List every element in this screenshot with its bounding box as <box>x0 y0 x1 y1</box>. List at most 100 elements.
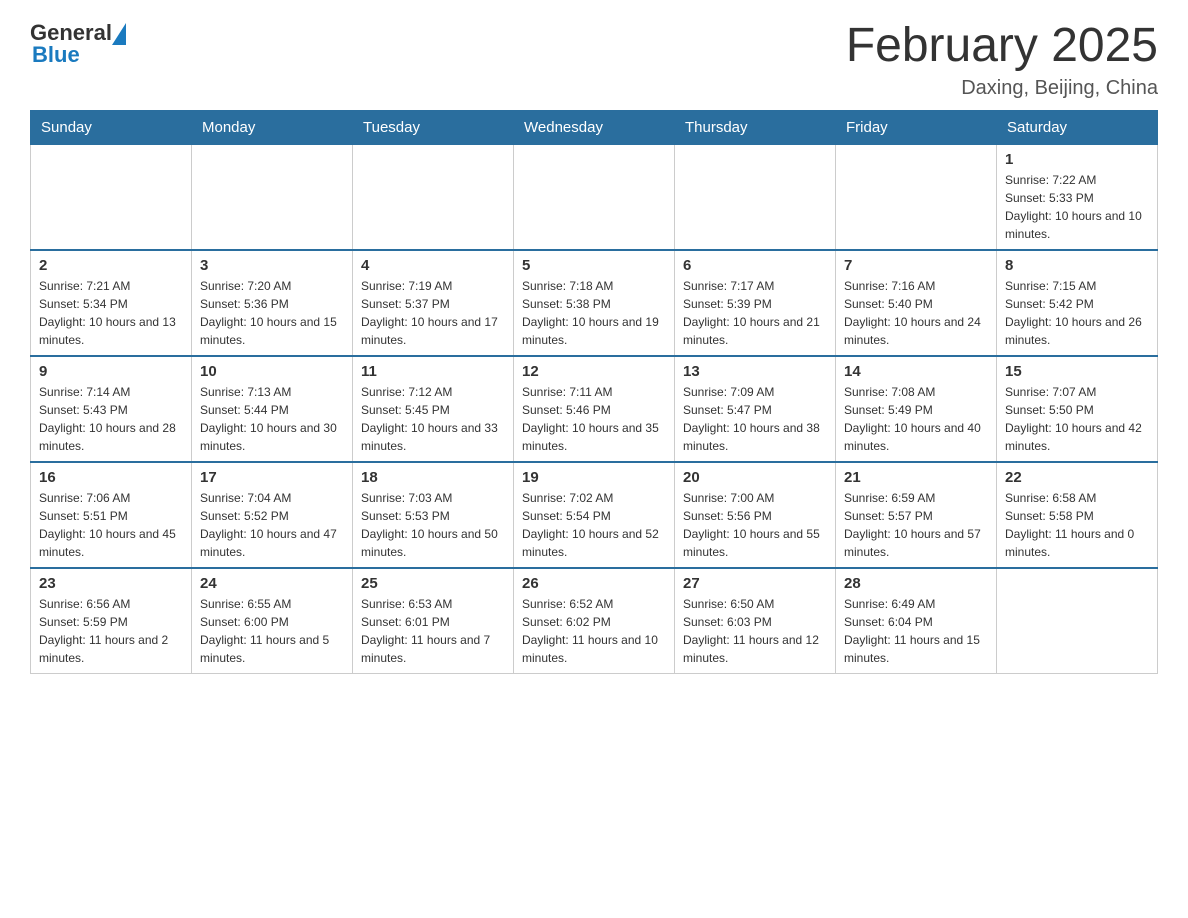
calendar-week-row: 23Sunrise: 6:56 AMSunset: 5:59 PMDayligh… <box>31 568 1158 674</box>
calendar-day-cell: 18 Sunrise: 7:03 AMSunset: 5:53 PMDayligh… <box>353 462 514 568</box>
day-info: Sunrise: 7:00 AMSunset: 5:56 PMDaylight:… <box>683 489 827 561</box>
calendar-day-cell <box>514 144 675 250</box>
day-info: Sunrise: 7:03 AMSunset: 5:53 PMDaylight:… <box>361 489 505 561</box>
day-info: Sunrise: 7:04 AMSunset: 5:52 PMDaylight:… <box>200 489 344 561</box>
calendar-day-cell: 26Sunrise: 6:52 AMSunset: 6:02 PMDayligh… <box>514 568 675 674</box>
calendar-day-cell: 1 Sunrise: 7:22 AMSunset: 5:33 PMDaylight… <box>997 144 1158 250</box>
day-info: Sunrise: 7:16 AMSunset: 5:40 PMDaylight:… <box>844 277 988 349</box>
day-info: Sunrise: 6:50 AMSunset: 6:03 PMDaylight:… <box>683 595 827 667</box>
day-info: Sunrise: 7:14 AMSunset: 5:43 PMDaylight:… <box>39 383 183 455</box>
weekday-header-monday: Monday <box>192 110 353 144</box>
logo: General Blue <box>30 20 126 68</box>
calendar-day-cell: 13 Sunrise: 7:09 AMSunset: 5:47 PMDayligh… <box>675 356 836 462</box>
calendar-day-cell: 7 Sunrise: 7:16 AMSunset: 5:40 PMDaylight… <box>836 250 997 356</box>
day-number: 21 <box>844 469 988 486</box>
day-number: 10 <box>200 363 344 380</box>
calendar-day-cell <box>836 144 997 250</box>
day-number: 16 <box>39 469 183 486</box>
day-number: 13 <box>683 363 827 380</box>
day-number: 25 <box>361 575 505 592</box>
day-number: 8 <box>1005 257 1149 274</box>
calendar-day-cell: 2 Sunrise: 7:21 AMSunset: 5:34 PMDaylight… <box>31 250 192 356</box>
weekday-header-friday: Friday <box>836 110 997 144</box>
calendar-day-cell: 19 Sunrise: 7:02 AMSunset: 5:54 PMDayligh… <box>514 462 675 568</box>
month-title: February 2025 <box>846 20 1158 73</box>
day-info: Sunrise: 6:53 AMSunset: 6:01 PMDaylight:… <box>361 595 505 667</box>
day-info: Sunrise: 6:55 AMSunset: 6:00 PMDaylight:… <box>200 595 344 667</box>
day-number: 19 <box>522 469 666 486</box>
day-number: 26 <box>522 575 666 592</box>
day-info: Sunrise: 7:09 AMSunset: 5:47 PMDaylight:… <box>683 383 827 455</box>
calendar-day-cell: 21 Sunrise: 6:59 AMSunset: 5:57 PMDayligh… <box>836 462 997 568</box>
weekday-header-thursday: Thursday <box>675 110 836 144</box>
calendar-day-cell <box>997 568 1158 674</box>
logo-blue-text: Blue <box>32 42 80 67</box>
calendar-week-row: 1 Sunrise: 7:22 AMSunset: 5:33 PMDaylight… <box>31 144 1158 250</box>
calendar-day-cell: 3 Sunrise: 7:20 AMSunset: 5:36 PMDaylight… <box>192 250 353 356</box>
day-number: 12 <box>522 363 666 380</box>
calendar-day-cell: 22Sunrise: 6:58 AMSunset: 5:58 PMDayligh… <box>997 462 1158 568</box>
calendar-day-cell: 28Sunrise: 6:49 AMSunset: 6:04 PMDayligh… <box>836 568 997 674</box>
calendar-day-cell: 9Sunrise: 7:14 AMSunset: 5:43 PMDaylight… <box>31 356 192 462</box>
day-number: 7 <box>844 257 988 274</box>
day-number: 17 <box>200 469 344 486</box>
day-number: 4 <box>361 257 505 274</box>
title-block: February 2025 Daxing, Beijing, China <box>846 20 1158 100</box>
day-number: 20 <box>683 469 827 486</box>
calendar-day-cell: 24 Sunrise: 6:55 AMSunset: 6:00 PMDayligh… <box>192 568 353 674</box>
calendar-day-cell: 25 Sunrise: 6:53 AMSunset: 6:01 PMDayligh… <box>353 568 514 674</box>
day-info: Sunrise: 6:56 AMSunset: 5:59 PMDaylight:… <box>39 595 183 667</box>
day-info: Sunrise: 7:02 AMSunset: 5:54 PMDaylight:… <box>522 489 666 561</box>
calendar-day-cell: 23Sunrise: 6:56 AMSunset: 5:59 PMDayligh… <box>31 568 192 674</box>
day-number: 28 <box>844 575 988 592</box>
calendar-day-cell: 14 Sunrise: 7:08 AMSunset: 5:49 PMDayligh… <box>836 356 997 462</box>
day-number: 24 <box>200 575 344 592</box>
day-number: 5 <box>522 257 666 274</box>
day-number: 14 <box>844 363 988 380</box>
logo-triangle-icon <box>112 23 126 45</box>
day-number: 1 <box>1005 151 1149 168</box>
calendar-day-cell: 5 Sunrise: 7:18 AMSunset: 5:38 PMDaylight… <box>514 250 675 356</box>
location-title: Daxing, Beijing, China <box>846 77 1158 100</box>
day-info: Sunrise: 7:19 AMSunset: 5:37 PMDaylight:… <box>361 277 505 349</box>
day-info: Sunrise: 7:20 AMSunset: 5:36 PMDaylight:… <box>200 277 344 349</box>
calendar-day-cell: 20 Sunrise: 7:00 AMSunset: 5:56 PMDayligh… <box>675 462 836 568</box>
day-info: Sunrise: 7:08 AMSunset: 5:49 PMDaylight:… <box>844 383 988 455</box>
day-info: Sunrise: 7:13 AMSunset: 5:44 PMDaylight:… <box>200 383 344 455</box>
day-number: 15 <box>1005 363 1149 380</box>
day-info: Sunrise: 6:59 AMSunset: 5:57 PMDaylight:… <box>844 489 988 561</box>
calendar-day-cell: 15Sunrise: 7:07 AMSunset: 5:50 PMDayligh… <box>997 356 1158 462</box>
calendar-table: SundayMondayTuesdayWednesdayThursdayFrid… <box>30 110 1158 674</box>
calendar-week-row: 9Sunrise: 7:14 AMSunset: 5:43 PMDaylight… <box>31 356 1158 462</box>
calendar-day-cell: 10 Sunrise: 7:13 AMSunset: 5:44 PMDayligh… <box>192 356 353 462</box>
calendar-day-cell: 11Sunrise: 7:12 AMSunset: 5:45 PMDayligh… <box>353 356 514 462</box>
day-number: 27 <box>683 575 827 592</box>
day-number: 11 <box>361 363 505 380</box>
calendar-day-cell: 4 Sunrise: 7:19 AMSunset: 5:37 PMDaylight… <box>353 250 514 356</box>
day-number: 6 <box>683 257 827 274</box>
calendar-day-cell <box>31 144 192 250</box>
day-number: 18 <box>361 469 505 486</box>
day-info: Sunrise: 7:17 AMSunset: 5:39 PMDaylight:… <box>683 277 827 349</box>
calendar-day-cell: 12 Sunrise: 7:11 AMSunset: 5:46 PMDayligh… <box>514 356 675 462</box>
weekday-header-tuesday: Tuesday <box>353 110 514 144</box>
calendar-week-row: 2 Sunrise: 7:21 AMSunset: 5:34 PMDaylight… <box>31 250 1158 356</box>
calendar-day-cell: 8Sunrise: 7:15 AMSunset: 5:42 PMDaylight… <box>997 250 1158 356</box>
calendar-day-cell: 6 Sunrise: 7:17 AMSunset: 5:39 PMDaylight… <box>675 250 836 356</box>
weekday-header-saturday: Saturday <box>997 110 1158 144</box>
calendar-week-row: 16Sunrise: 7:06 AMSunset: 5:51 PMDayligh… <box>31 462 1158 568</box>
weekday-header-wednesday: Wednesday <box>514 110 675 144</box>
calendar-day-cell: 16Sunrise: 7:06 AMSunset: 5:51 PMDayligh… <box>31 462 192 568</box>
day-number: 3 <box>200 257 344 274</box>
weekday-header-sunday: Sunday <box>31 110 192 144</box>
day-info: Sunrise: 7:21 AMSunset: 5:34 PMDaylight:… <box>39 277 183 349</box>
day-number: 2 <box>39 257 183 274</box>
weekday-header-row: SundayMondayTuesdayWednesdayThursdayFrid… <box>31 110 1158 144</box>
calendar-day-cell: 27 Sunrise: 6:50 AMSunset: 6:03 PMDayligh… <box>675 568 836 674</box>
calendar-day-cell <box>353 144 514 250</box>
day-info: Sunrise: 7:18 AMSunset: 5:38 PMDaylight:… <box>522 277 666 349</box>
day-info: Sunrise: 7:11 AMSunset: 5:46 PMDaylight:… <box>522 383 666 455</box>
calendar-day-cell: 17 Sunrise: 7:04 AMSunset: 5:52 PMDayligh… <box>192 462 353 568</box>
calendar-day-cell <box>675 144 836 250</box>
day-info: Sunrise: 7:22 AMSunset: 5:33 PMDaylight:… <box>1005 171 1149 243</box>
